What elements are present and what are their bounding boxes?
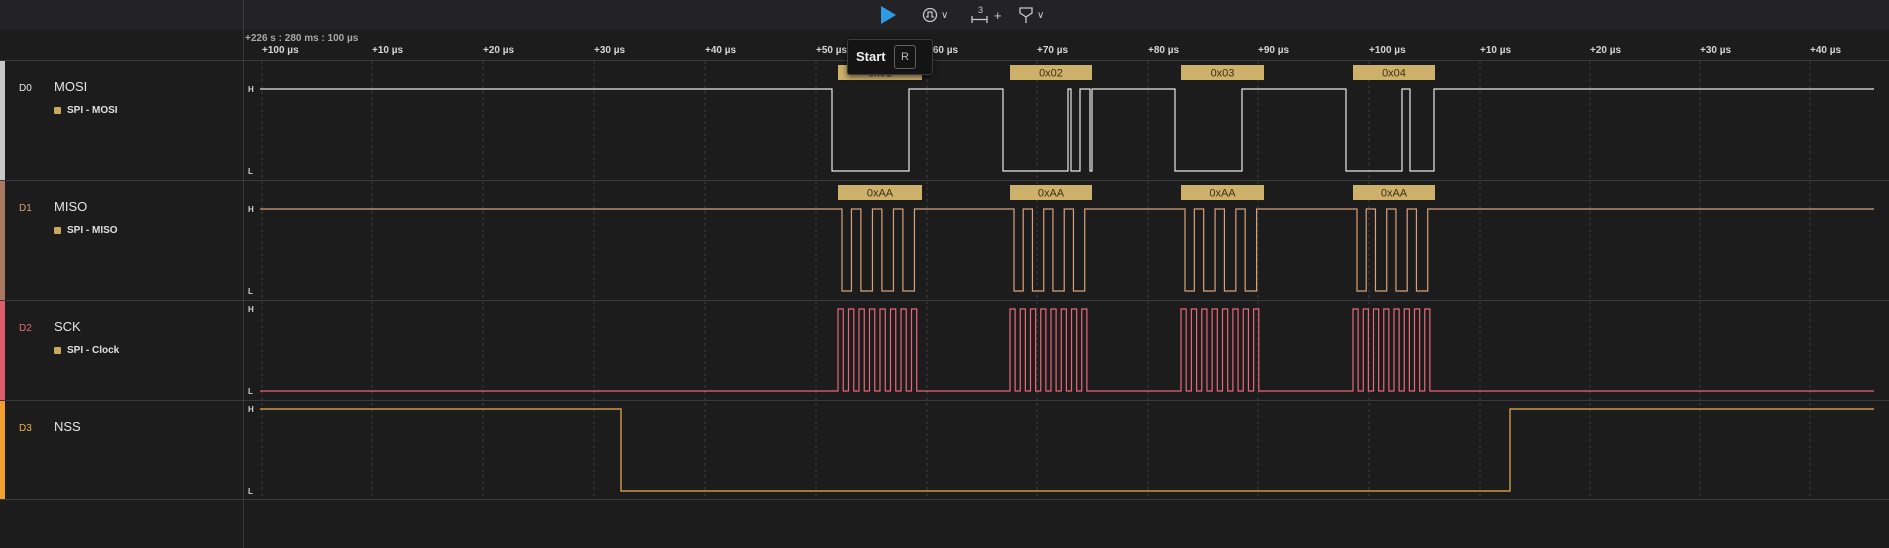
decoded-byte-label: 0x03 [1211, 68, 1235, 80]
low-level-marker: L [248, 487, 253, 496]
logic-analyzer-window: ∨ 3 + ∨ Start R +226 s : 280 ms : 100 µs… [0, 0, 1889, 548]
tooltip-label: Start [856, 49, 886, 64]
start-tooltip: Start R [847, 39, 933, 75]
high-level-marker: H [248, 85, 254, 94]
decoded-byte-label: 0x04 [1382, 68, 1406, 80]
low-level-marker: L [248, 287, 253, 296]
high-level-marker: H [248, 305, 254, 314]
high-level-marker: H [248, 205, 254, 214]
nss-waveform [260, 408, 1874, 492]
high-level-marker: H [248, 405, 254, 414]
waveform-canvas[interactable]: HLHLHLHL0x010x020x030x040xAA0xAA0xAA0xAA [0, 0, 1889, 548]
decoded-byte-label: 0xAA [1381, 188, 1408, 200]
decoded-byte-label: 0xAA [1038, 188, 1065, 200]
decoded-byte-label: 0xAA [1209, 188, 1236, 200]
miso-waveform [260, 208, 1874, 292]
sck-waveform [260, 308, 1874, 392]
decoded-byte-label: 0x02 [1039, 68, 1063, 80]
low-level-marker: L [248, 387, 253, 396]
tooltip-shortcut-key: R [894, 45, 916, 69]
decoded-byte-label: 0xAA [867, 188, 894, 200]
mosi-waveform [260, 88, 1874, 172]
low-level-marker: L [248, 167, 253, 176]
